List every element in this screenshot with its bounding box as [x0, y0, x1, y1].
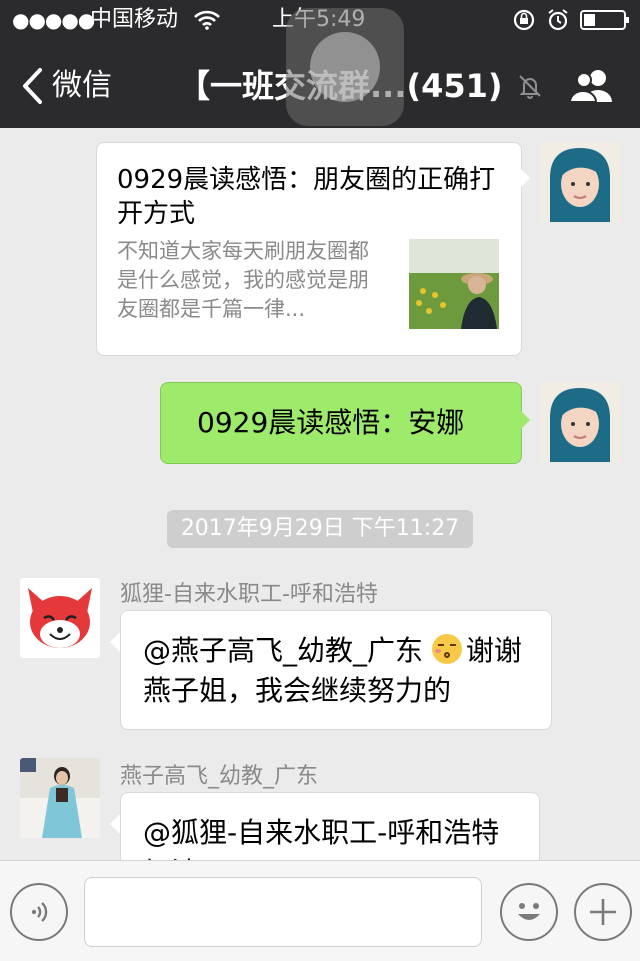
input-toolbar — [0, 860, 640, 961]
yanzi-avatar[interactable] — [20, 758, 100, 838]
article-summary: 不知道大家每天刷朋友圈都是什么感觉，我的感觉是朋友圈都是千篇一律... — [117, 239, 369, 321]
article-card[interactable]: 0929晨读感悟：朋友圈的正确打开方式 不知道大家每天刷朋友圈都是什么感觉，我的… — [96, 142, 522, 356]
my-avatar[interactable] — [540, 142, 620, 222]
assistive-touch-button[interactable] — [286, 8, 404, 126]
sender-name: 燕子高飞_幼教_广东 — [120, 764, 319, 789]
received-message-text: @燕子高飞_幼教_广东 谢谢燕子姐，我会继续努力的 — [143, 634, 522, 707]
plus-icon — [590, 899, 616, 925]
emoji-icon — [518, 903, 540, 920]
sent-message-bubble[interactable]: 0929晨读感悟：安娜 — [160, 382, 522, 464]
voice-button[interactable] — [10, 883, 68, 941]
group-members-button[interactable] — [566, 62, 616, 110]
timestamp-label: 2017年9月29日 下午11:27 — [167, 510, 473, 548]
sender-name: 狐狸-自来水职工-呼和浩特 — [120, 582, 378, 607]
fox-avatar[interactable] — [20, 578, 100, 658]
back-arrow-icon — [23, 68, 42, 104]
my-avatar[interactable] — [540, 382, 620, 462]
message-input[interactable] — [84, 877, 482, 947]
article-thumbnail — [409, 239, 499, 329]
carrier-label: 中国移动 — [90, 7, 179, 32]
bubble-tail — [110, 814, 120, 834]
article-title: 0929晨读感悟：朋友圈的正确打开方式 — [117, 165, 496, 229]
group-members-icon — [568, 70, 612, 103]
plus-button[interactable] — [574, 883, 632, 941]
signal-icon: ●●●●● — [12, 8, 95, 32]
received-message-bubble[interactable]: @燕子高飞_幼教_广东 谢谢燕子姐，我会继续努力的 — [120, 610, 552, 730]
alarm-icon — [548, 9, 568, 31]
mute-bell-icon — [519, 75, 541, 99]
back-label: 微信 — [52, 68, 112, 103]
sent-message-text: 0929晨读感悟：安娜 — [197, 406, 465, 439]
bubble-tail — [520, 168, 530, 188]
battery-icon — [580, 10, 629, 30]
bubble-tail — [110, 632, 120, 652]
emoji-button[interactable] — [500, 883, 558, 941]
voice-icon — [31, 902, 48, 922]
wifi-icon — [194, 10, 220, 30]
rotation-lock-icon — [513, 9, 535, 31]
kissing-emoji-icon — [431, 634, 462, 664]
back-button[interactable]: 微信 — [18, 62, 138, 110]
bubble-tail — [520, 410, 530, 430]
